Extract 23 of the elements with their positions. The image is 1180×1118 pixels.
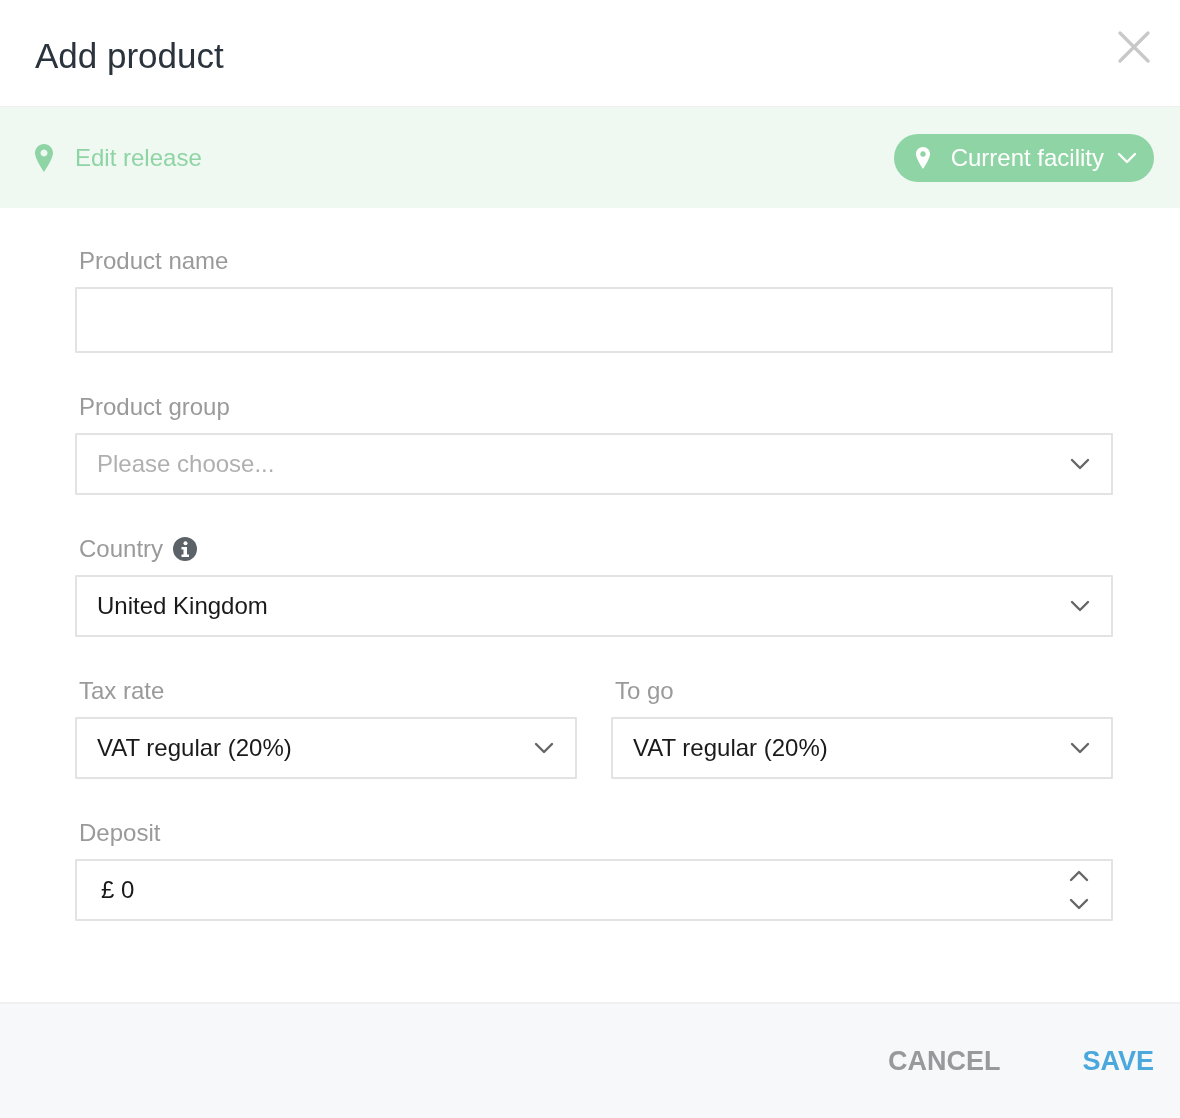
info-icon[interactable] (173, 537, 198, 561)
dropdown-field[interactable]: United Kingdom (75, 575, 1113, 637)
chevron-up-icon[interactable] (1069, 870, 1089, 882)
field-label: Country (79, 534, 164, 564)
chevron-down-icon (1070, 600, 1090, 612)
input-field[interactable] (75, 287, 1113, 353)
field-label: Tax rate (79, 676, 165, 706)
field-label: Product name (79, 246, 229, 276)
field-label: Product group (79, 392, 230, 422)
map-pin-icon (914, 146, 931, 169)
number-field[interactable]: £ 0 (75, 859, 1113, 921)
chevron-down-icon (1117, 151, 1137, 164)
dropdown-field[interactable]: VAT regular (20%) (611, 717, 1113, 779)
chevron-down-icon (1070, 742, 1090, 754)
field-label: Deposit (79, 818, 161, 848)
dropdown-field[interactable]: VAT regular (20%) (75, 717, 577, 779)
chevron-down-icon (534, 742, 554, 754)
release-label: Edit release (75, 142, 202, 173)
dialog-title: Add product (35, 35, 224, 77)
map-pin-icon (35, 142, 53, 173)
field-label: To go (615, 676, 674, 706)
chevron-down-icon (1070, 458, 1090, 470)
chevron-down-icon[interactable] (1069, 898, 1089, 910)
